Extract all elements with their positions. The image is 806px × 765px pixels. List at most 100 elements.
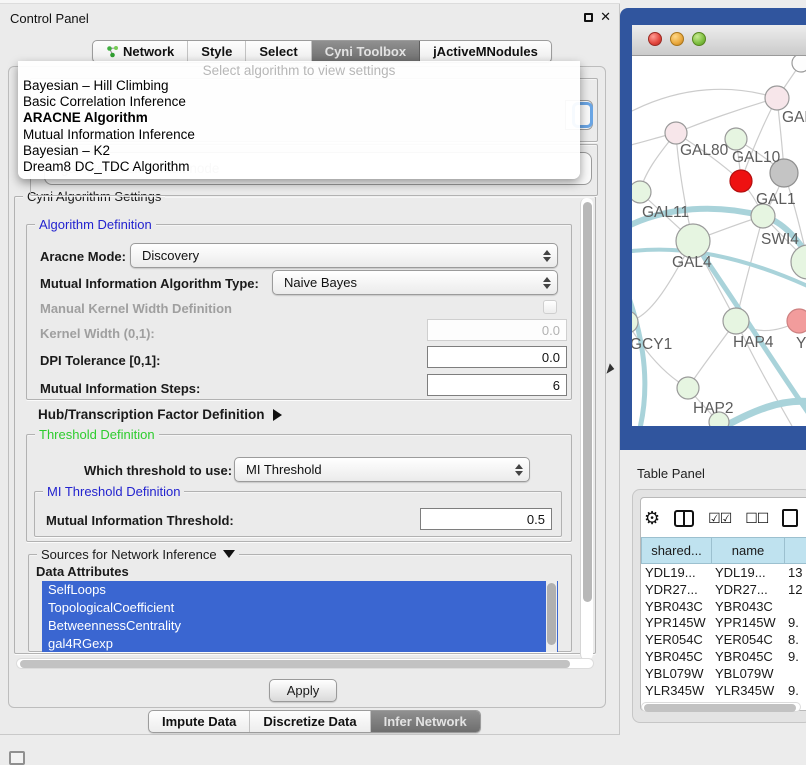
combo-stepper-icon [539, 277, 557, 289]
mi-steps-field[interactable]: 6 [427, 374, 567, 396]
node-gal11[interactable] [632, 181, 651, 203]
table-row[interactable]: YLR345W YLR345W 9. [641, 682, 806, 699]
dropdown-item[interactable]: Dream8 DC_TDC Algorithm [18, 159, 580, 175]
tab-jactivemnodules[interactable]: jActiveMNodules [420, 41, 551, 62]
column-header-name[interactable]: name [712, 537, 785, 564]
expand-arrow-icon [273, 409, 282, 421]
deselect-all-checkboxes-icon[interactable]: ☐☐ [745, 511, 768, 525]
column-header-shared-name[interactable]: shared... [641, 537, 712, 564]
tab-cyni-toolbox[interactable]: Cyni Toolbox [312, 41, 420, 62]
mi-algorithm-type-combo[interactable]: Naive Bayes [272, 270, 558, 295]
close-icon[interactable]: ✕ [600, 9, 611, 25]
mi-threshold-label: Mutual Information Threshold: [46, 513, 234, 528]
threshold-definition-title: Threshold Definition [35, 427, 159, 442]
aracne-mode-label: Aracne Mode: [40, 249, 126, 264]
split-columns-icon[interactable] [674, 510, 694, 527]
float-window-icon[interactable] [584, 13, 593, 22]
hub-definition-toggle[interactable]: Hub/Transcription Factor Definition [38, 407, 282, 422]
float-panel-icon[interactable] [9, 751, 25, 765]
list-item[interactable]: SelfLoops [42, 581, 558, 599]
panel-title: Control Panel [10, 11, 89, 26]
node-label: HAP4 [733, 334, 774, 351]
node-label: GAL1 [756, 191, 796, 208]
dropdown-item[interactable]: Bayesian – Hill Climbing [18, 78, 580, 94]
node-label: GCY1 [632, 336, 672, 353]
manual-kernel-width-checkbox[interactable] [543, 300, 557, 314]
combo-stepper-icon [511, 464, 529, 476]
zoom-traffic-light-icon[interactable] [692, 32, 706, 46]
table-row[interactable]: YDL19... YDL19... 13 [641, 564, 806, 581]
close-traffic-light-icon[interactable] [648, 32, 662, 46]
column-header-partial[interactable]: A [785, 537, 806, 564]
list-item[interactable]: BetweennessCentrality [42, 617, 558, 635]
node[interactable] [792, 56, 806, 72]
sources-toggle[interactable]: Sources for Network Inference [37, 547, 239, 562]
mi-threshold-field[interactable]: 0.5 [420, 508, 552, 530]
table-function-icon[interactable] [782, 509, 798, 527]
dropdown-item[interactable]: Basic Correlation Inference [18, 94, 580, 110]
dropdown-item[interactable]: Bayesian – K2 [18, 143, 580, 159]
node-label: Y [796, 335, 806, 352]
table-panel-title: Table Panel [637, 466, 705, 481]
tab-discretize-data[interactable]: Discretize Data [250, 711, 370, 732]
manual-kernel-width-label: Manual Kernel Width Definition [40, 301, 232, 316]
node-gal10[interactable] [725, 128, 747, 150]
settings-horizontal-scrollbar[interactable] [16, 658, 594, 669]
table-row[interactable]: YER054C YER054C 8. [641, 631, 806, 648]
node-salmon[interactable] [787, 309, 806, 333]
dropdown-item-highlighted[interactable]: ARACNE Algorithm [18, 110, 580, 126]
algorithm-dropdown-popup: Select algorithm to view settings Bayesi… [18, 61, 580, 179]
node-swi4[interactable] [791, 245, 806, 279]
cyni-mode-tabs: Impute Data Discretize Data Infer Networ… [148, 710, 481, 733]
select-all-checkboxes-icon[interactable]: ☑☑ [708, 511, 731, 525]
apply-button[interactable]: Apply [269, 679, 337, 702]
table-row[interactable]: YPR145W YPR145W 9. [641, 614, 806, 631]
dpi-tolerance-label: DPI Tolerance [0,1]: [40, 353, 160, 368]
kernel-width-label: Kernel Width (0,1): [40, 326, 155, 341]
node-gal80[interactable] [665, 122, 687, 144]
table-row[interactable]: YBR043C YBR043C [641, 598, 806, 615]
dpi-tolerance-field[interactable]: 0.0 [427, 346, 567, 368]
table-row[interactable]: YDR27... YDR27... 12 [641, 581, 806, 598]
node-hap2[interactable] [677, 377, 699, 399]
table-header-row: shared... name A [641, 537, 806, 564]
node-label: GAL4 [672, 254, 712, 271]
tab-style[interactable]: Style [188, 41, 246, 62]
tab-infer-network[interactable]: Infer Network [371, 711, 480, 732]
network-canvas[interactable]: GAL GAL80 GAL10 GAL1 GAL11 SWI4 GAL4 GCY… [632, 56, 806, 426]
table-body: YDL19... YDL19... 13 YDR27... YDR27... 1… [641, 564, 806, 701]
node-label: GAL10 [732, 149, 781, 166]
mi-algorithm-type-label: Mutual Information Algorithm Type: [40, 276, 259, 291]
table-row[interactable]: YBR045C YBR045C 9. [641, 648, 806, 665]
mi-steps-label: Mutual Information Steps: [40, 381, 200, 396]
tab-select[interactable]: Select [246, 41, 311, 62]
table-row[interactable]: YBL079W YBL079W [641, 665, 806, 682]
combo-stepper-icon [539, 250, 557, 262]
list-item[interactable]: gal4RGexp [42, 635, 558, 652]
network-icon [106, 45, 119, 58]
node-gal4[interactable] [676, 224, 710, 258]
data-attributes-label: Data Attributes [36, 564, 129, 579]
data-attributes-list: SelfLoops TopologicalCoefficient Between… [42, 581, 558, 652]
table-panel-toolbar: ⚙ ☑☑ ☐☐ [644, 504, 804, 532]
which-threshold-combo[interactable]: MI Threshold [234, 457, 530, 482]
node-hap4[interactable] [723, 308, 749, 334]
node[interactable] [765, 86, 789, 110]
network-window-titlebar[interactable] [632, 25, 806, 56]
table-horizontal-scrollbar[interactable] [641, 702, 801, 712]
node-label: GAL [782, 109, 806, 126]
minimize-traffic-light-icon[interactable] [670, 32, 684, 46]
gear-icon[interactable]: ⚙ [644, 509, 660, 527]
settings-vertical-scrollbar[interactable] [580, 198, 593, 660]
node-selected-red[interactable] [730, 170, 752, 192]
dropdown-item[interactable]: Mutual Information Inference [18, 127, 580, 143]
attributes-list-scrollbar[interactable] [546, 581, 557, 652]
tab-impute-data[interactable]: Impute Data [149, 711, 250, 732]
node-label: GAL80 [680, 142, 729, 159]
aracne-mode-combo[interactable]: Discovery [130, 243, 558, 268]
dropdown-placeholder: Select algorithm to view settings [18, 61, 580, 78]
list-item[interactable]: TopologicalCoefficient [42, 599, 558, 617]
table-row[interactable]: YIL052C YIL052C 9. [641, 698, 806, 701]
tab-network[interactable]: Network [93, 41, 188, 62]
control-panel-tabs: Network Style Select Cyni Toolbox jActiv… [92, 40, 552, 63]
